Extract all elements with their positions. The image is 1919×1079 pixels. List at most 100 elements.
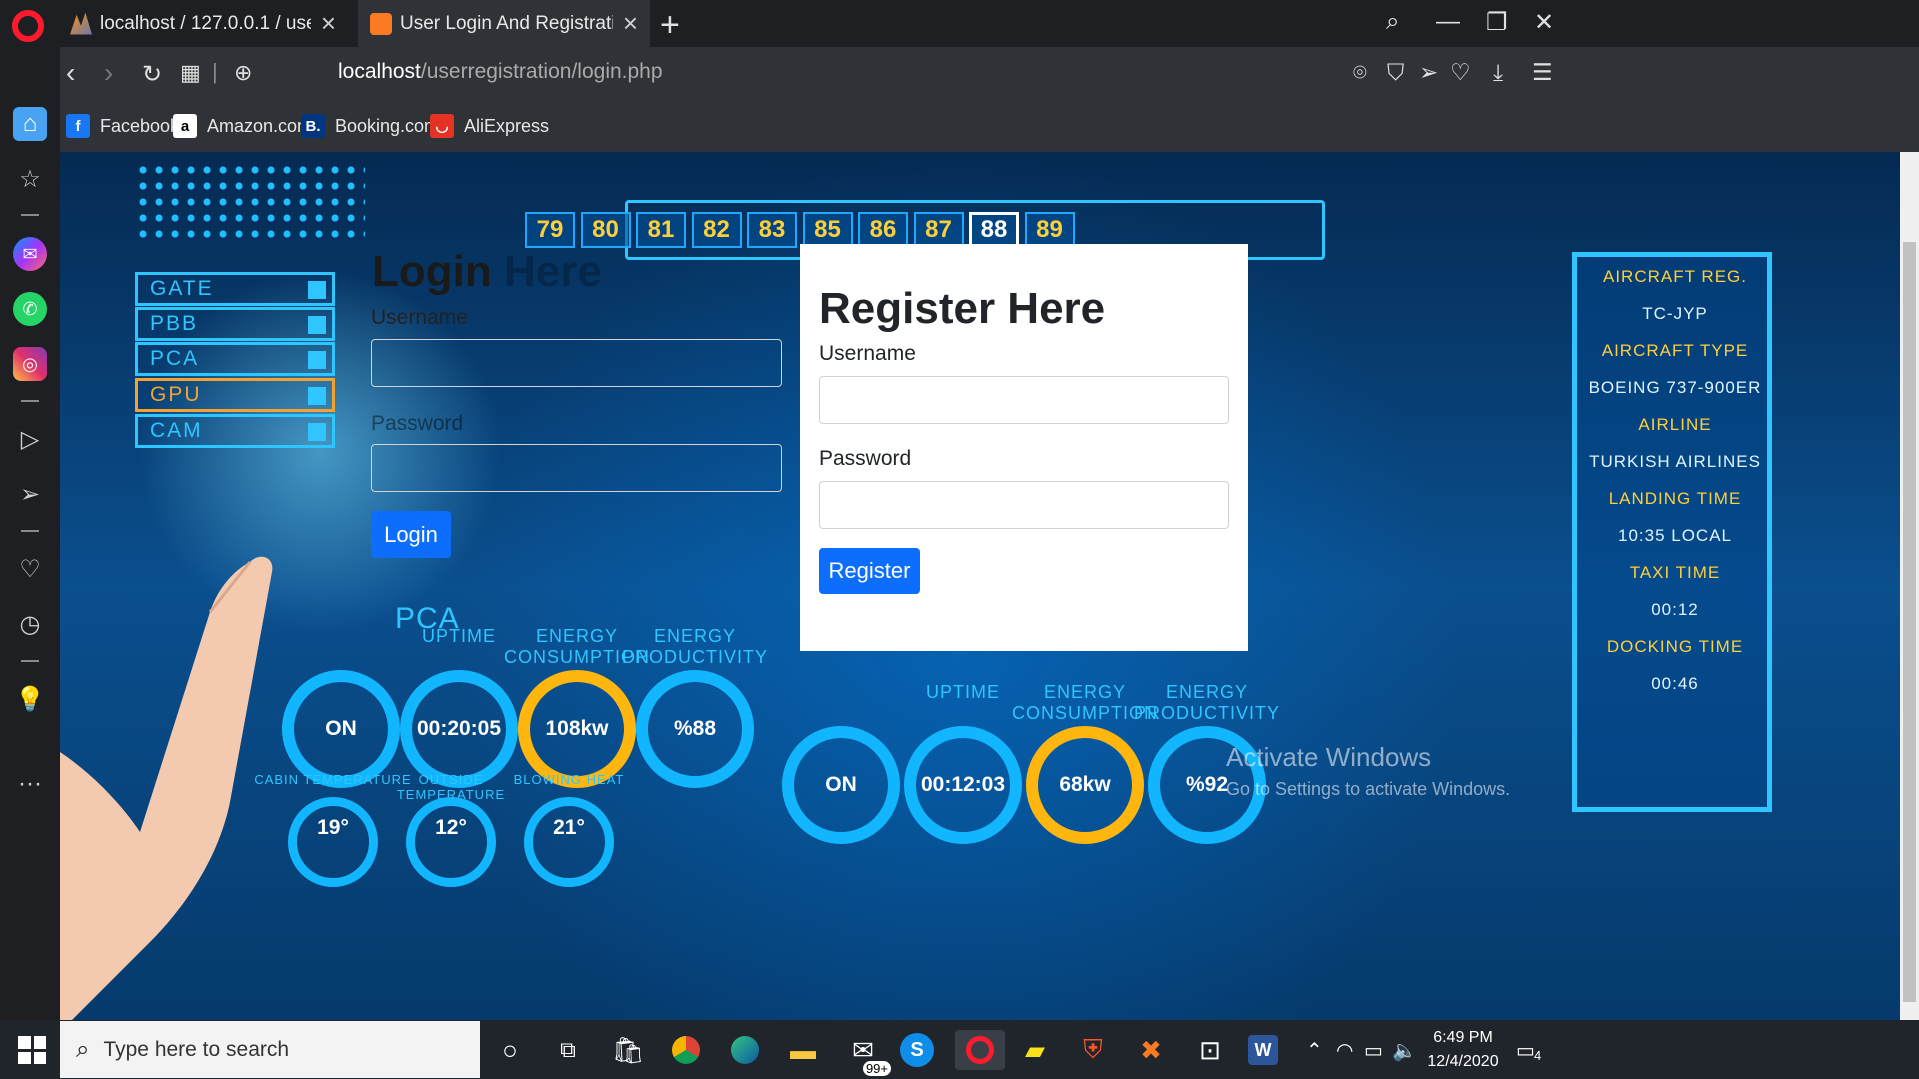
phpmyadmin-icon	[70, 12, 92, 35]
page-scrollbar[interactable]	[1900, 152, 1919, 1020]
amazon-icon: a	[173, 114, 197, 138]
temperature-value: 19°	[288, 797, 378, 887]
divider	[21, 530, 39, 532]
history-icon[interactable]: ◷	[13, 607, 47, 641]
opera-logo-icon[interactable]	[12, 10, 44, 42]
opera-taskbar-icon[interactable]	[955, 1030, 1005, 1070]
opera-sidebar: ⌂ ☆ ✉ ✆ ◎ ▷ ➢ ♡ ◷ 💡 ···	[0, 47, 60, 1020]
file-explorer-icon[interactable]: ▬	[783, 1030, 823, 1070]
bookmarks-bar: f Facebook a Amazon.com B. Booking.com ◡…	[60, 102, 1919, 152]
wifi-icon[interactable]: ◠	[1336, 1038, 1353, 1063]
xampp-icon[interactable]: ✖	[1131, 1030, 1171, 1070]
edge-icon[interactable]	[725, 1030, 765, 1070]
messenger-icon[interactable]: ✉	[13, 237, 47, 271]
bookmark-label: Facebook	[100, 115, 180, 136]
windows-taskbar: ⌕ Type here to search ○ ⧉ 🛍 ▬ ✉ 99+ S ▰ ⛨…	[0, 1020, 1919, 1079]
aircraft-info-line: AIRCRAFT TYPE	[1601, 341, 1749, 360]
minimize-icon[interactable]: —	[1436, 8, 1460, 36]
reload-icon[interactable]: ↻	[142, 60, 162, 89]
snapshot-icon[interactable]: ⌾	[1353, 59, 1367, 86]
app-icon[interactable]: ⊡	[1190, 1030, 1230, 1070]
flow-icon[interactable]: ➢	[13, 477, 47, 511]
chrome-icon[interactable]	[666, 1030, 706, 1070]
taskbar-search[interactable]: ⌕ Type here to search	[60, 1021, 480, 1078]
mail-icon[interactable]: ✉ 99+	[843, 1030, 891, 1076]
battery-icon[interactable]: ▭	[1364, 1038, 1383, 1063]
gate-number: 79	[525, 212, 575, 248]
adblock-icon[interactable]: ⛉	[1387, 59, 1404, 86]
skype-icon[interactable]: S	[900, 1033, 934, 1067]
more-icon[interactable]: ···	[13, 767, 47, 801]
gate-number: 87	[913, 212, 964, 248]
task-view-icon[interactable]: ⧉	[548, 1030, 588, 1070]
search-icon: ⌕	[76, 1035, 90, 1063]
url-field[interactable]: localhost/userregistration/login.php	[338, 60, 663, 84]
close-tab-icon[interactable]: ×	[623, 8, 638, 39]
register-button[interactable]: Register	[819, 548, 920, 594]
bookmark-amazon[interactable]: a Amazon.com	[173, 114, 312, 138]
login-title-faded: Here	[503, 247, 602, 296]
url-host: localhost	[338, 60, 421, 83]
speed-dial-icon[interactable]: ▦	[180, 60, 201, 86]
clock[interactable]: 6:49 PM 12/4/2020	[1418, 1026, 1508, 1074]
search-tabs-icon[interactable]: ⌕	[1386, 8, 1399, 36]
login-username-input[interactable]	[371, 339, 782, 387]
mail-badge: 99+	[862, 1061, 891, 1076]
close-tab-icon[interactable]: ×	[321, 8, 336, 39]
clock-time: 6:49 PM	[1433, 1029, 1493, 1046]
register-username-input[interactable]	[819, 376, 1229, 424]
easy-setup-icon[interactable]: ☰	[1532, 59, 1553, 86]
separator: |	[212, 59, 218, 84]
cortana-icon[interactable]: ○	[490, 1030, 530, 1070]
download-icon[interactable]: ⤓	[1493, 59, 1503, 86]
temperature-value: 21°	[524, 797, 614, 887]
login-password-label: Password	[371, 412, 464, 435]
aircraft-info-line: DOCKING TIME	[1606, 637, 1744, 656]
back-icon[interactable]: ‹	[66, 57, 75, 89]
heart-icon[interactable]: ♡	[1450, 59, 1471, 86]
aircraft-info-line: 10:35 LOCAL	[1617, 526, 1732, 545]
store-icon[interactable]: 🛍	[608, 1030, 648, 1070]
restore-icon[interactable]: ❐	[1486, 8, 1508, 37]
tab-phpmyadmin[interactable]: localhost / 127.0.0.1 / userr ×	[58, 0, 348, 47]
volume-icon[interactable]: 🔈	[1392, 1038, 1417, 1063]
word-icon[interactable]: W	[1248, 1035, 1278, 1065]
star-icon[interactable]: ☆	[13, 162, 47, 196]
tab-title: User Login And Registration	[400, 12, 613, 34]
login-username-label: Username	[371, 306, 468, 329]
divider	[21, 660, 39, 662]
scrollbar-thumb[interactable]	[1903, 242, 1916, 1002]
bookmark-label: Amazon.com	[207, 115, 313, 136]
hud-menu-gpu: GPU	[135, 378, 335, 412]
brave-icon[interactable]: ⛨	[1073, 1030, 1113, 1070]
bookmark-booking[interactable]: B. Booking.com	[301, 114, 439, 138]
login-password-input[interactable]	[371, 444, 782, 492]
instagram-icon[interactable]: ◎	[13, 347, 47, 381]
forward-icon[interactable]: ›	[104, 57, 113, 89]
bookmark-facebook[interactable]: f Facebook	[66, 114, 179, 138]
login-title: Login Here	[372, 247, 602, 297]
notification-icon[interactable]: ▭ 4	[1516, 1038, 1541, 1063]
aircraft-info-line: BOEING 737-900ER	[1588, 378, 1762, 397]
register-password-input[interactable]	[819, 481, 1229, 529]
login-button[interactable]: Login	[371, 511, 451, 558]
home-icon[interactable]: ⌂	[13, 107, 47, 141]
tray-chevron-icon[interactable]: ⌃	[1306, 1038, 1323, 1063]
bookmark-aliexpress[interactable]: ◡ AliExpress	[430, 114, 549, 138]
facebook-icon: f	[66, 114, 90, 138]
tab-login-registration[interactable]: User Login And Registration ×	[358, 0, 650, 47]
close-window-icon[interactable]: ✕	[1534, 8, 1554, 37]
sticky-notes-icon[interactable]: ▰	[1015, 1030, 1055, 1070]
gate-number: 82	[691, 212, 742, 248]
gate-number: 89	[1024, 212, 1075, 248]
new-tab-button[interactable]: +	[660, 6, 680, 45]
heart-icon[interactable]: ♡	[13, 552, 47, 586]
windows-start-icon[interactable]	[18, 1036, 46, 1064]
gauge-value: 00:20:05	[400, 670, 518, 788]
send-icon[interactable]: ➢	[1419, 59, 1438, 86]
aircraft-info-line: AIRLINE	[1638, 415, 1712, 434]
player-icon[interactable]: ▷	[13, 422, 47, 456]
tab-bar: localhost / 127.0.0.1 / userr × User Log…	[0, 0, 1919, 47]
lightbulb-icon[interactable]: 💡	[13, 682, 47, 716]
whatsapp-icon[interactable]: ✆	[13, 292, 47, 326]
